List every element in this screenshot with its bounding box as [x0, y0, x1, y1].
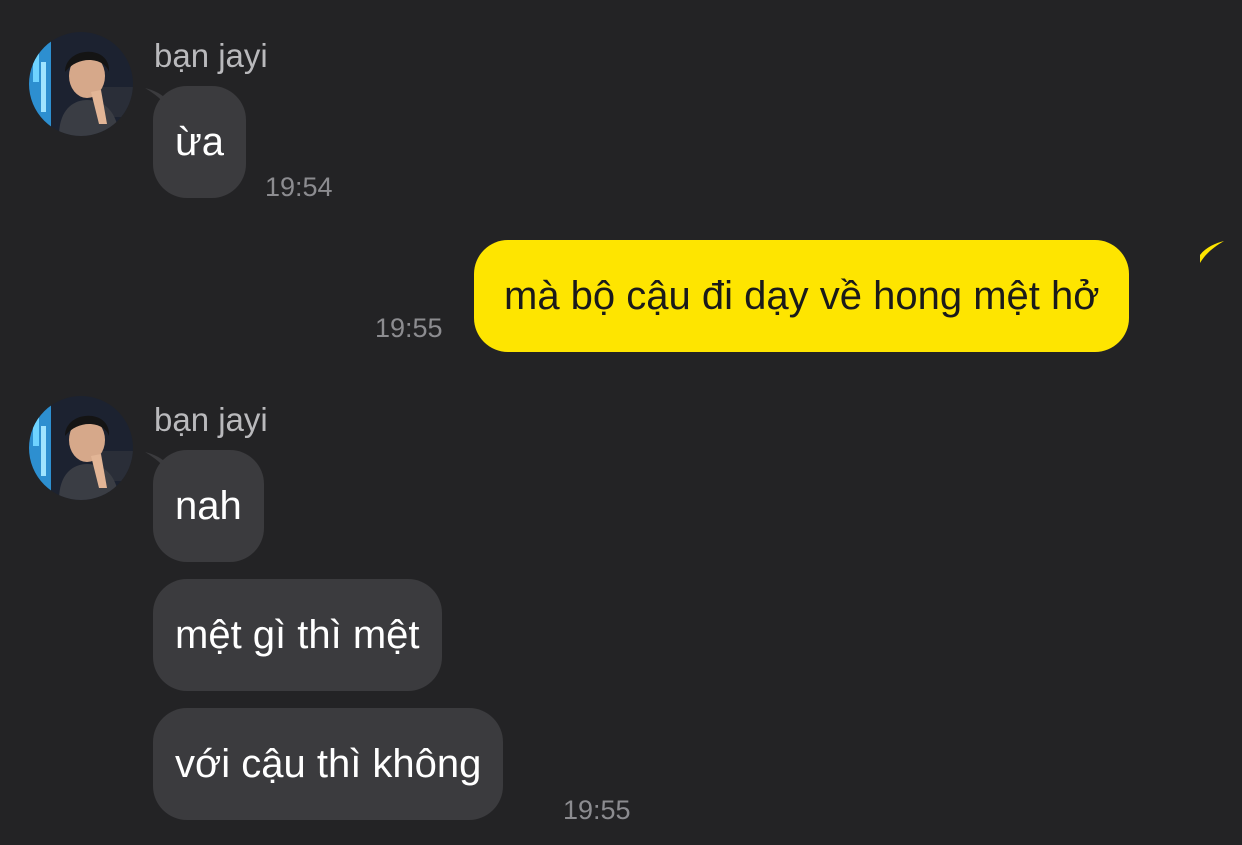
sender-name: bạn jayi: [154, 401, 268, 438]
incoming-message-bubble[interactable]: mệt gì thì mệt: [153, 579, 442, 691]
user-photo-avatar-icon: [29, 396, 133, 500]
incoming-message-bubble[interactable]: ừa: [153, 86, 247, 198]
sender-avatar[interactable]: [29, 396, 133, 500]
sender-avatar[interactable]: [29, 32, 133, 136]
incoming-message-bubble[interactable]: với cậu thì không: [153, 708, 504, 820]
outgoing-message-bubble[interactable]: mà bộ cậu đi dạy về hong mệt hở: [474, 240, 1130, 352]
message-timestamp: 19:55: [375, 313, 443, 343]
outgoing-bubble-tail: [1200, 241, 1224, 263]
user-photo-avatar-icon: [29, 32, 133, 136]
message-timestamp: 19:55: [563, 795, 631, 825]
sender-name: bạn jayi: [154, 37, 268, 74]
message-timestamp: 19:54: [265, 172, 333, 202]
incoming-message-bubble[interactable]: nah: [153, 450, 264, 562]
